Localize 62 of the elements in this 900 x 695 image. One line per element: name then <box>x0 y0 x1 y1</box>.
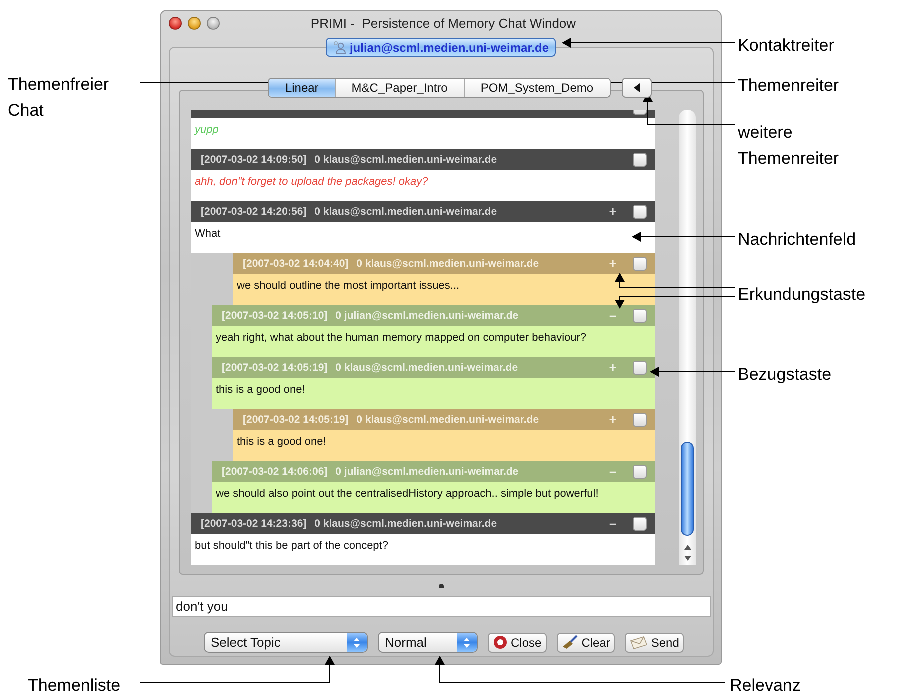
send-button[interactable]: Send <box>625 632 684 652</box>
annotation-label: Themenfreier Chat <box>8 74 110 122</box>
message-text: we should outline the most important issues... <box>237 280 460 292</box>
close-button[interactable]: Close <box>488 632 547 652</box>
expand-toggle[interactable]: + <box>607 204 620 219</box>
topic-select[interactable]: Select Topic <box>204 632 368 653</box>
topic-tab[interactable]: POM_System_Demo <box>464 79 610 97</box>
scrollbar[interactable] <box>679 110 696 565</box>
message-timestamp: [2007-03-02 14:05:10] <box>222 310 328 322</box>
annotation-label: Erkundungstaste <box>738 284 867 306</box>
stop-icon <box>493 635 508 650</box>
message-text: yupp <box>195 124 219 136</box>
annotation-label: Kontaktreiter <box>738 35 836 57</box>
message-text: yeah right, what about the human memory mapped on computer behaviour? <box>216 332 587 344</box>
envelope-icon <box>630 636 648 650</box>
topic-tab[interactable]: Linear <box>269 79 336 97</box>
annotation-label: Themenreiter <box>738 75 840 97</box>
annotation-label: Relevanz <box>730 675 802 695</box>
message-timestamp: [2007-03-02 14:04:40] <box>243 258 349 270</box>
splitter-grip-icon[interactable] <box>439 584 444 588</box>
topic-tab[interactable]: M&C_Paper_Intro <box>336 79 465 97</box>
annotation-label: weitere Themenreiter <box>738 122 840 170</box>
message-text: What <box>195 228 221 240</box>
message-text: this is a good one! <box>216 384 306 396</box>
message-timestamp: [2007-03-02 14:23:36] <box>201 518 307 530</box>
message-timestamp: [2007-03-02 14:06:06] <box>222 466 328 478</box>
scroll-thumb[interactable] <box>681 442 694 536</box>
message-input-field[interactable]: don't you <box>172 596 711 617</box>
broom-icon <box>562 635 579 650</box>
message-sender: 0 julian@scml.medien.uni-weimar.de <box>336 310 519 322</box>
minimize-light-icon[interactable] <box>188 16 201 30</box>
zoom-light-icon[interactable] <box>207 16 220 30</box>
message-sender: 0 klaus@scml.medien.uni-weimar.de <box>336 362 518 374</box>
message-sender: 0 klaus@scml.medien.uni-weimar.de <box>314 206 498 218</box>
message-text: but should"t this be part of the concept? <box>195 540 388 552</box>
message-text: ahh, don"t forget to upload the packages! okay? <box>195 176 428 188</box>
annotation-label: Nachrichtenfeld <box>738 229 858 251</box>
message-text: we should also point out the centralisedHistory approach.. simple but powerful! <box>216 488 599 500</box>
more-tabs-button[interactable] <box>622 78 652 98</box>
message-timestamp: [2007-03-02 14:09:50] <box>201 154 307 166</box>
relevance-select[interactable]: Normal <box>378 632 478 653</box>
message-sender: 0 julian@scml.medien.uni-weimar.de <box>336 466 519 478</box>
clear-button[interactable]: Clear <box>556 632 616 652</box>
annotation-label: Bezugstaste <box>738 364 833 386</box>
message-sender: 0 klaus@scml.medien.uni-weimar.de <box>314 154 498 166</box>
updown-icon <box>353 636 361 648</box>
expand-toggle[interactable]: – <box>607 516 620 531</box>
window-title: PRIMI - Persistence of Memory Chat Window <box>310 16 578 30</box>
scroll-arrows-icon[interactable] <box>683 543 694 563</box>
triangle-left-icon <box>632 83 641 93</box>
message-timestamp: [2007-03-02 14:05:19] <box>222 362 328 374</box>
updown-icon <box>463 636 471 648</box>
message-sender: 0 klaus@scml.medien.uni-weimar.de <box>356 258 540 270</box>
contact-tab[interactable]: julian@scml.medien.uni-weimar.de <box>326 38 556 57</box>
message-timestamp: [2007-03-02 14:20:56] <box>201 206 307 218</box>
message-sender: 0 klaus@scml.medien.uni-weimar.de <box>356 414 540 426</box>
annotation-label: Themenliste <box>28 675 122 695</box>
message-timestamp: [2007-03-02 14:05:19] <box>243 414 349 426</box>
close-light-icon[interactable] <box>169 16 182 30</box>
person-icon <box>332 40 347 54</box>
message-text: this is a good one! <box>237 436 326 448</box>
message-sender: 0 klaus@scml.medien.uni-weimar.de <box>314 518 498 530</box>
